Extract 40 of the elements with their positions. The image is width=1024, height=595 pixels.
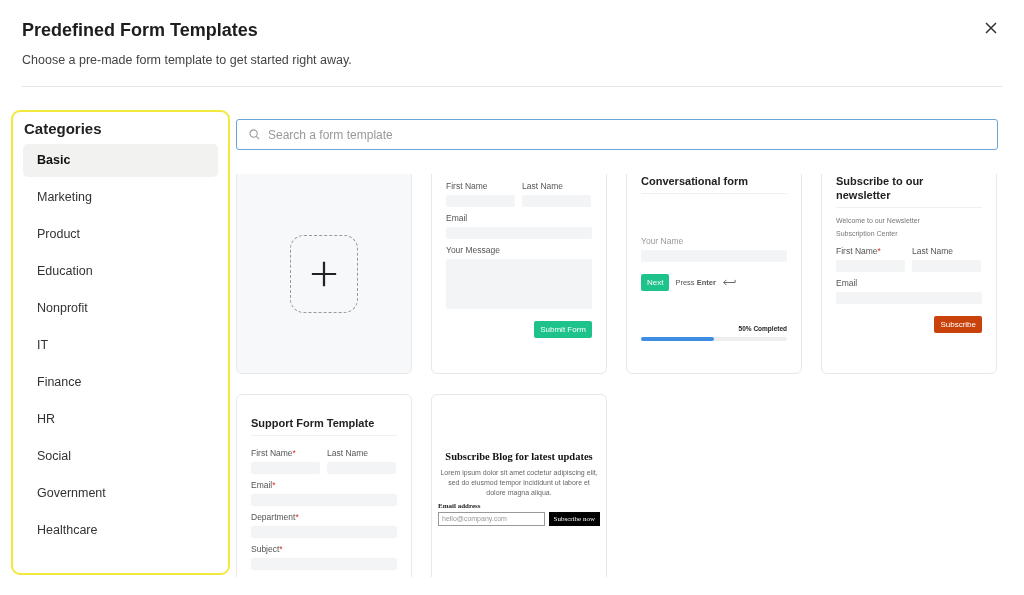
form-title: Support Form Template <box>251 417 376 431</box>
field-label: First Name <box>446 181 489 191</box>
field-label: Last Name <box>912 245 955 256</box>
field-label: Email <box>446 213 469 223</box>
field-label: Your Name <box>641 235 685 246</box>
category-item[interactable]: Healthcare <box>23 514 218 547</box>
field-label: First Name* <box>836 245 882 256</box>
category-item[interactable]: IT <box>23 329 218 362</box>
field-label: Your Message <box>446 245 502 255</box>
field-label: First Name* <box>251 447 297 458</box>
submit-button: Submit Form <box>534 321 592 338</box>
category-item[interactable]: Education <box>23 255 218 288</box>
field-label: Email* <box>251 479 277 490</box>
template-card[interactable]: First Name Last Name Email Your Message Submit Form <box>431 174 607 374</box>
form-title: Subscribe to our newsletter <box>836 175 925 203</box>
blog-title: Subscribe Blog for latest updates <box>444 451 594 462</box>
categories-title: Categories <box>23 120 103 137</box>
field-label: Subject* <box>251 543 284 554</box>
field-label: Email <box>836 277 859 288</box>
category-item[interactable]: Finance <box>23 366 218 399</box>
form-title: Conversational form <box>641 175 749 189</box>
template-card[interactable]: Support Form Template First Name* Last Name Email* Department* Subject* <box>236 394 412 577</box>
field-label: Last Name <box>327 447 370 458</box>
category-item[interactable]: Government <box>23 477 218 510</box>
category-item[interactable]: Marketing <box>23 181 218 214</box>
category-item[interactable]: Basic <box>23 144 218 177</box>
field-label: Department* <box>251 511 300 522</box>
next-button: Next <box>641 273 670 291</box>
close-icon[interactable] <box>985 22 997 34</box>
category-item[interactable]: Social <box>23 440 218 473</box>
category-item[interactable]: Nonprofit <box>23 292 218 325</box>
dialog-subtitle: Choose a pre-made form template to get started right away. <box>22 53 352 67</box>
add-icon <box>290 235 358 313</box>
search-field[interactable]: Search a form template <box>236 119 998 150</box>
enter-icon <box>721 278 736 286</box>
dialog-title: Predefined Form Templates <box>22 20 259 41</box>
category-item[interactable]: HR <box>23 403 218 436</box>
field-label: Last Name <box>522 181 565 191</box>
submit-button: Subscribe <box>934 315 982 333</box>
category-item[interactable]: Product <box>23 218 218 251</box>
